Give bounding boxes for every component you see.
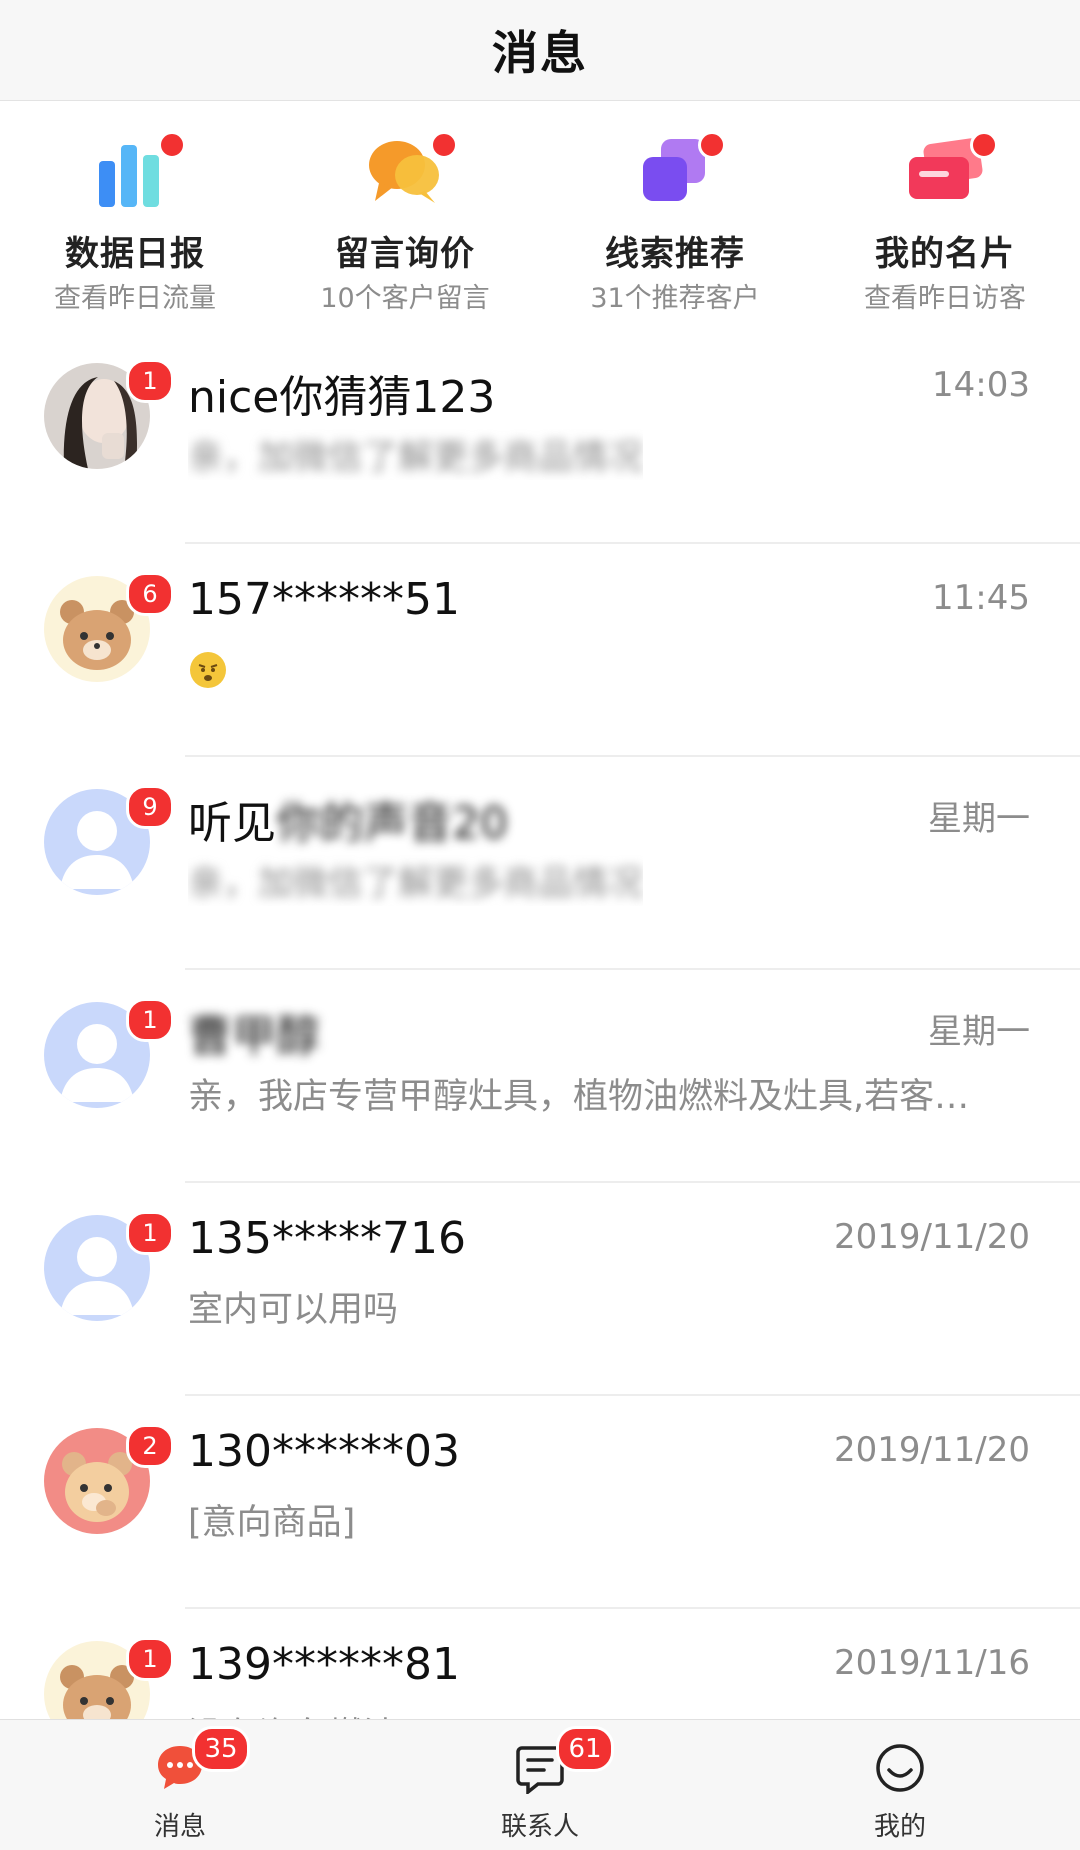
quick-entries: 数据日报 查看昨日流量 留言询价 10个客户留言 线索推荐 31个推荐客户 我的… [0, 101, 1080, 331]
message-preview-text: 亲，加微信了解更多商品情况 [188, 864, 644, 904]
message-preview-text: 亲，加微信了解更多商品情况 [188, 438, 644, 478]
quick-entry-subtitle: 31个推荐客户 [590, 283, 760, 314]
conversation-row[interactable]: 6 157******51 11:45 [0, 544, 1080, 757]
conversation-row[interactable]: 1 135*****716 2019/11/20 室内可以用吗 [0, 1183, 1080, 1396]
tab-label: 我的 [873, 1812, 926, 1842]
unread-badge: 1 [126, 359, 174, 403]
unread-badge: 9 [126, 785, 174, 829]
message-preview: 亲，我店专营甲醇灶具，植物油燃料及灶具,若客… [188, 1077, 970, 1117]
quick-entry-title: 留言询价 [335, 234, 475, 274]
tab-badge: 35 [192, 1726, 250, 1772]
message-time: 11:45 [932, 578, 1030, 618]
message-time: 2019/11/20 [834, 1430, 1030, 1470]
page-title: 消息 [492, 26, 588, 80]
message-preview: 室内可以用吗 [188, 1290, 399, 1330]
message-time: 14:03 [932, 365, 1030, 405]
tab-badge: 61 [556, 1726, 614, 1772]
message-time: 2019/11/20 [834, 1217, 1030, 1257]
conversation-row[interactable]: 1 曹甲醇 星期一 亲，我店专营甲醇灶具，植物油燃料及灶具,若客… [0, 970, 1080, 1183]
quick-entry-title: 数据日报 [65, 234, 205, 274]
unread-dot [158, 131, 186, 159]
message-preview: 亲，加微信了解更多商品情况 [188, 429, 643, 480]
contact-name: nice你猜猜123 [188, 372, 496, 423]
contact-name-blurred: 你的声音20 [276, 798, 508, 849]
quick-entry-title: 线索推荐 [605, 234, 745, 274]
tab-label: 消息 [153, 1812, 206, 1842]
quick-entry-subtitle: 查看昨日访客 [864, 283, 1026, 314]
conversation-row[interactable]: 9 听见你的声音20 星期一 亲，加微信了解更多商品情况 [0, 757, 1080, 970]
bottom-tab-bar: 35 消息 61 联系人 我的 [0, 1719, 1080, 1850]
contact-name: 157******51 [188, 574, 460, 625]
smile-icon [876, 1744, 924, 1792]
unread-dot [970, 131, 998, 159]
message-time: 2019/11/16 [834, 1643, 1030, 1683]
quick-entry-messages[interactable]: 留言询价 10个客户留言 [270, 101, 540, 331]
message-time: 星期一 [928, 1012, 1030, 1052]
unread-badge: 1 [126, 1637, 174, 1681]
unread-dot [430, 131, 458, 159]
unread-badge: 6 [126, 572, 174, 616]
top-nav-bar: 消息 [0, 0, 1080, 101]
contact-name: 135*****716 [188, 1213, 466, 1264]
unread-badge: 1 [126, 1211, 174, 1255]
tab-label: 联系人 [500, 1812, 579, 1842]
contact-name: 139******81 [188, 1639, 460, 1690]
quick-entry-title: 我的名片 [875, 234, 1015, 274]
unread-dot [698, 131, 726, 159]
tab-contacts[interactable]: 61 联系人 [360, 1720, 720, 1850]
message-preview: 亲，加微信了解更多商品情况 [188, 855, 643, 906]
unread-badge: 1 [126, 998, 174, 1042]
contact-name: 130******03 [188, 1426, 460, 1477]
contact-name-visible: 听见 [188, 798, 276, 849]
contact-name: 听见你的声音20 [188, 787, 508, 851]
conversation-row[interactable]: 1 nice你猜猜123 14:03 亲，加微信了解更多商品情况 [0, 331, 1080, 544]
quick-entry-subtitle: 10个客户留言 [320, 283, 490, 314]
quick-entry-data-report[interactable]: 数据日报 查看昨日流量 [0, 101, 270, 331]
tab-me[interactable]: 我的 [720, 1720, 1080, 1850]
message-time: 星期一 [928, 799, 1030, 839]
tab-messages[interactable]: 35 消息 [0, 1720, 360, 1850]
conversation-list: 1 nice你猜猜123 14:03 亲，加微信了解更多商品情况 6 157**… [0, 331, 1080, 1822]
message-preview: [意向商品] [188, 1503, 356, 1543]
conversation-row[interactable]: 2 130******03 2019/11/20 [意向商品] [0, 1396, 1080, 1609]
quick-entry-subtitle: 查看昨日流量 [54, 283, 216, 314]
contact-name: 曹甲醇 [188, 1011, 320, 1062]
quick-entry-leads[interactable]: 线索推荐 31个推荐客户 [540, 101, 810, 331]
unread-badge: 2 [126, 1424, 174, 1468]
emoji-icon [190, 652, 226, 688]
quick-entry-business-card[interactable]: 我的名片 查看昨日访客 [810, 101, 1080, 331]
